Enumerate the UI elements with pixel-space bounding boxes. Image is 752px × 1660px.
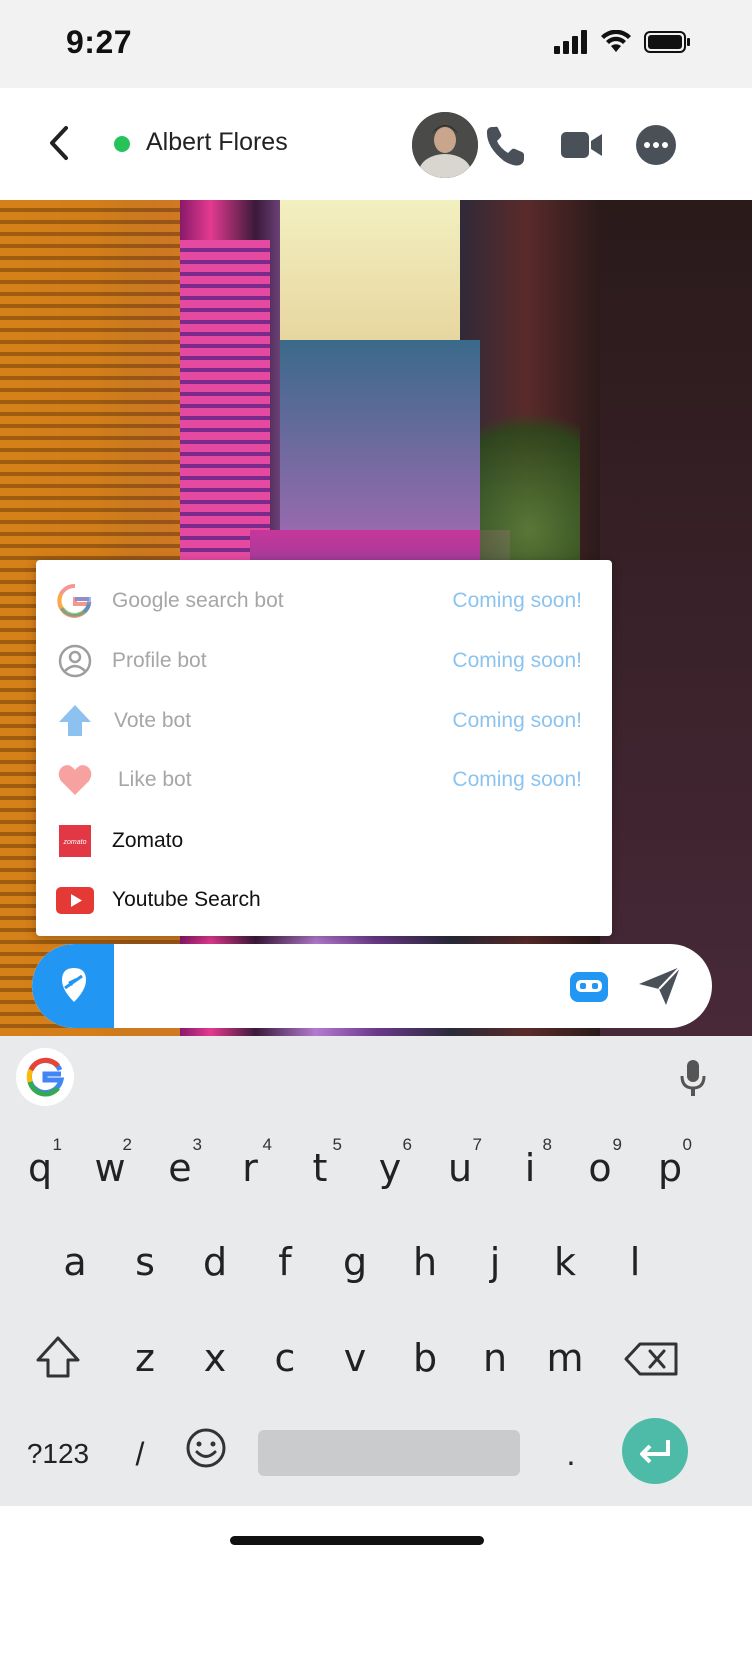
keyboard: q1 w2 e3 r4 t5 y6 u7 i8 o9 p0 a s d f g … (0, 1036, 752, 1506)
app-screen: 9:27 Albert Flores Google search bot Com… (0, 0, 752, 1660)
svg-text:zomato: zomato (63, 839, 87, 846)
keyboard-toolbar (0, 1036, 752, 1119)
bot-item-youtube-search[interactable]: Youtube Search (36, 871, 612, 929)
enter-icon (640, 1440, 670, 1464)
key-n[interactable]: n (463, 1318, 527, 1398)
shift-key[interactable] (26, 1324, 90, 1390)
bot-item-profile[interactable]: Profile bot Coming soon! (36, 632, 612, 690)
coming-soon-label: Coming soon! (452, 649, 582, 672)
voice-input-button[interactable] (678, 1058, 708, 1098)
key-z[interactable]: z (113, 1318, 177, 1398)
google-icon (57, 583, 92, 618)
key-e[interactable]: e3 (148, 1128, 212, 1208)
phone-icon[interactable] (482, 121, 530, 169)
key-j[interactable]: j (463, 1222, 527, 1302)
send-button[interactable] (636, 964, 684, 1008)
emoji-icon (186, 1428, 226, 1468)
zomato-icon: zomato (59, 825, 91, 857)
emoji-key[interactable] (182, 1424, 230, 1472)
key-c[interactable]: c (253, 1318, 317, 1398)
shift-icon (36, 1336, 80, 1378)
bot-item-zomato[interactable]: zomato Zomato (36, 812, 612, 870)
bot-label: Vote bot (114, 709, 192, 732)
backspace-key[interactable] (620, 1326, 684, 1392)
key-y[interactable]: y6 (358, 1128, 422, 1208)
key-d[interactable]: d (183, 1222, 247, 1302)
send-icon (639, 966, 681, 1005)
key-q[interactable]: q1 (8, 1128, 72, 1208)
location-pin-icon (62, 968, 86, 1002)
key-p[interactable]: p0 (638, 1128, 702, 1208)
symbols-key[interactable]: ?123 (18, 1434, 98, 1474)
key-t[interactable]: t5 (288, 1128, 352, 1208)
key-b[interactable]: b (393, 1318, 457, 1398)
key-r[interactable]: r4 (218, 1128, 282, 1208)
key-l[interactable]: l (603, 1222, 667, 1302)
google-g-icon (26, 1057, 65, 1097)
status-time: 9:27 (66, 24, 133, 60)
key-k[interactable]: k (533, 1222, 597, 1302)
contact-name[interactable]: Albert Flores (146, 128, 288, 157)
more-options-icon[interactable] (632, 121, 680, 169)
home-area (0, 1506, 752, 1660)
key-w[interactable]: w2 (78, 1128, 142, 1208)
online-status-dot (114, 136, 130, 152)
status-bar: 9:27 (0, 0, 752, 88)
bot-item-google-search[interactable]: Google search bot Coming soon! (36, 572, 612, 630)
google-search-key[interactable] (16, 1048, 74, 1106)
signal-icon (554, 30, 587, 54)
key-v[interactable]: v (323, 1318, 387, 1398)
status-icons (554, 30, 692, 54)
bot-toggle-button[interactable] (568, 966, 610, 1006)
key-f[interactable]: f (253, 1222, 317, 1302)
key-h[interactable]: h (393, 1222, 457, 1302)
message-composer (32, 944, 712, 1028)
key-g[interactable]: g (323, 1222, 387, 1302)
bot-item-like[interactable]: Like bot Coming soon! (36, 751, 612, 809)
heart-icon (58, 765, 92, 795)
youtube-icon (56, 887, 94, 914)
keyboard-keys: q1 w2 e3 r4 t5 y6 u7 i8 o9 p0 a s d f g … (0, 1118, 752, 1506)
coming-soon-label: Coming soon! (452, 709, 582, 732)
backspace-icon (624, 1342, 678, 1376)
bot-face-icon (570, 972, 608, 1002)
wifi-icon (601, 30, 631, 52)
video-call-icon[interactable] (558, 121, 606, 169)
key-u[interactable]: u7 (428, 1128, 492, 1208)
battery-icon (644, 31, 690, 53)
bot-label: Google search bot (112, 589, 284, 612)
key-s[interactable]: s (113, 1222, 177, 1302)
key-m[interactable]: m (533, 1318, 597, 1398)
avatar[interactable] (412, 112, 478, 178)
key-a[interactable]: a (43, 1222, 107, 1302)
coming-soon-label: Coming soon! (452, 768, 582, 791)
period-key[interactable]: . (556, 1434, 586, 1474)
enter-key[interactable] (622, 1418, 688, 1484)
slash-key[interactable]: / (120, 1434, 160, 1474)
coming-soon-label: Coming soon! (452, 589, 582, 612)
microphone-icon (680, 1060, 706, 1096)
bot-label: Like bot (118, 768, 192, 791)
chevron-left-icon (50, 126, 68, 160)
bot-label: Youtube Search (112, 888, 261, 911)
bot-label: Zomato (112, 829, 184, 852)
key-i[interactable]: i8 (498, 1128, 562, 1208)
space-key[interactable] (258, 1430, 520, 1476)
upvote-arrow-icon (59, 705, 91, 736)
bot-item-vote[interactable]: Vote bot Coming soon! (36, 692, 612, 750)
profile-icon (58, 644, 92, 678)
bot-menu: Google search bot Coming soon! Profile b… (36, 560, 612, 936)
bot-label: Profile bot (112, 649, 207, 672)
location-share-button[interactable] (32, 944, 114, 1028)
key-o[interactable]: o9 (568, 1128, 632, 1208)
key-x[interactable]: x (183, 1318, 247, 1398)
message-input[interactable] (122, 960, 566, 1014)
home-indicator[interactable] (230, 1536, 484, 1545)
back-button[interactable] (40, 118, 80, 168)
